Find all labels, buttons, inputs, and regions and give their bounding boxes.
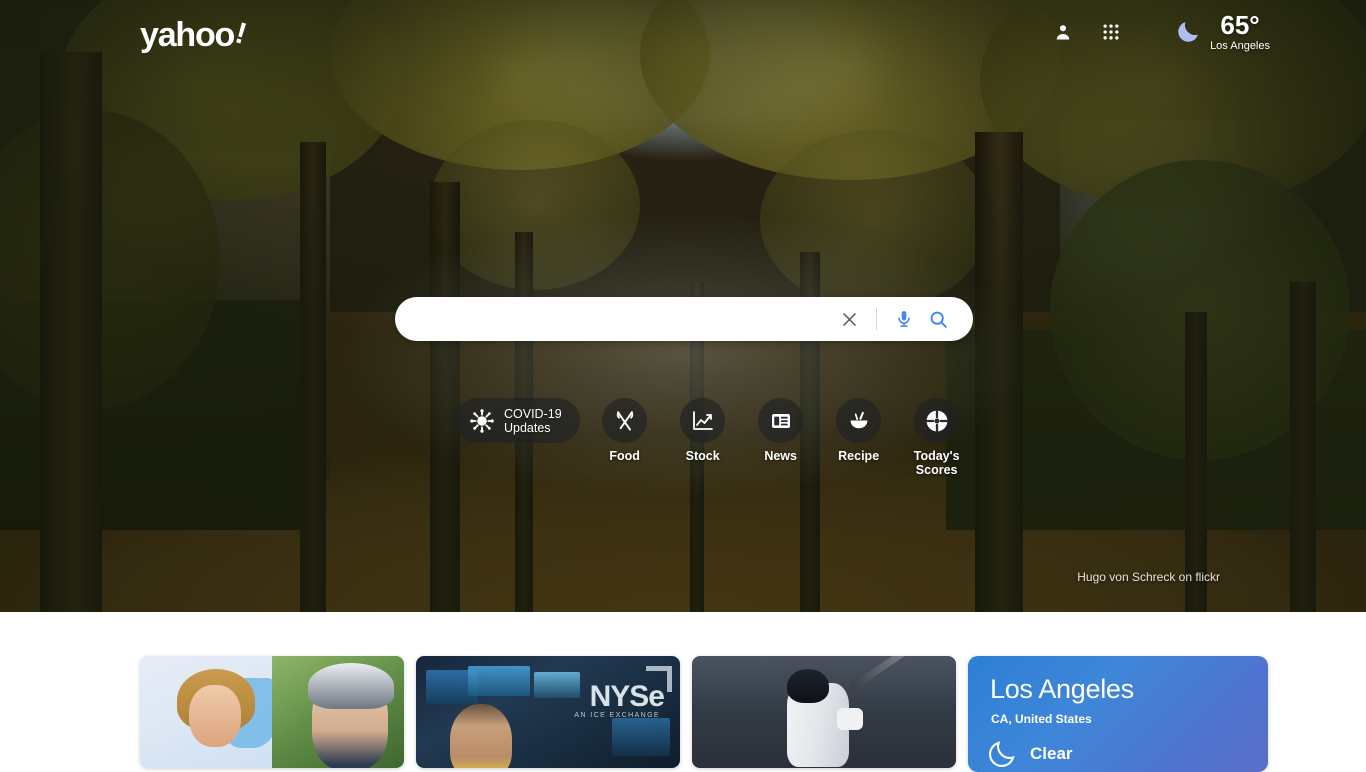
photo-credit[interactable]: Hugo von Schreck on flickr [1077,570,1220,584]
person-icon[interactable] [1048,17,1078,47]
shortcut-scores-label: Today's Scores [913,449,960,477]
weather-card-condition: Clear [1030,744,1073,763]
shortcut-covid-updates[interactable]: COVID-19 Updates [455,398,580,443]
covid-label-line1: COVID-19 [504,406,562,421]
card-row: NYSe AN ICE EXCHANGE Los Angeles CA, Uni… [140,656,1268,772]
shortcut-stock-circle [680,398,726,443]
content-area: NYSe AN ICE EXCHANGE Los Angeles CA, Uni… [0,612,1366,772]
trader-figure [450,704,512,768]
header-temperature: 65° [1220,10,1260,40]
shortcut-todays-scores[interactable]: Today's Scores [904,398,970,477]
hair-shape [307,662,394,709]
logo-text: yahoo [140,16,235,54]
trading-screen [534,672,580,698]
line-chart-icon [692,410,713,430]
sports-news-card[interactable] [692,656,956,768]
header-location: Los Angeles [1210,40,1270,52]
shortcut-recipe-label: Recipe [838,449,880,463]
nyse-wordmark: NYSe [589,680,665,713]
shortcut-recipe[interactable]: Recipe [826,398,892,463]
microphone-icon[interactable] [887,302,921,336]
newspaper-icon [771,413,790,428]
shortcut-food[interactable]: Food [592,398,658,463]
mortar-pestle-icon [850,411,868,428]
shortcut-covid-label: COVID-19 Updates [504,407,562,435]
header-actions: 65° Los Angeles [1048,12,1270,52]
search-icon[interactable] [921,302,955,336]
shortcut-food-circle [602,398,648,443]
weather-card-city: Los Angeles [990,674,1134,704]
search-input[interactable] [395,310,832,328]
apps-grid-icon[interactable] [1096,17,1126,47]
basketball-icon [925,409,948,432]
split-portrait-image [140,656,404,768]
close-icon[interactable] [832,302,866,336]
header-weather[interactable]: 65° Los Angeles [1174,12,1270,52]
trading-screen [468,666,530,696]
shortcut-stock[interactable]: Stock [670,398,736,463]
covid-label-line2: Updates [504,420,551,435]
shortcut-news-circle [758,398,804,443]
hero-banner: yahoo! 65° Los Angeles COVID-19 Updates … [0,0,1366,612]
shortcut-news[interactable]: News [748,398,814,463]
markets-news-card[interactable]: NYSe AN ICE EXCHANGE [416,656,680,768]
search-divider [876,308,877,330]
politics-news-card[interactable] [140,656,404,768]
shortcut-food-label: Food [609,449,640,463]
player-helmet [787,669,830,704]
virus-icon [470,408,494,433]
search-bar[interactable] [395,297,973,341]
crescent-moon-icon [1178,22,1198,42]
site-header: yahoo! 65° Los Angeles [0,0,1366,74]
crescent-moon-icon [989,741,1015,767]
logo-exclamation: ! [231,16,250,51]
face-shape [188,685,241,748]
portrait-right [272,656,404,768]
shortcut-scores-circle [914,398,960,443]
trading-screen [612,718,670,756]
shortcut-news-label: News [764,449,797,463]
nyse-tagline: AN ICE EXCHANGE [574,712,660,719]
shortcut-stock-label: Stock [685,449,720,463]
yahoo-logo[interactable]: yahoo! [140,16,249,54]
shortcut-row: COVID-19 Updates Food Stock News Recipe … [455,398,970,477]
player-glove [837,707,864,730]
fork-knife-icon [616,410,633,431]
portrait-left [140,656,272,768]
shortcut-recipe-circle [836,398,882,443]
weather-card[interactable]: Los Angeles CA, United States Clear [968,656,1268,772]
search-actions [832,302,973,336]
weather-card-region: CA, United States [991,712,1092,726]
